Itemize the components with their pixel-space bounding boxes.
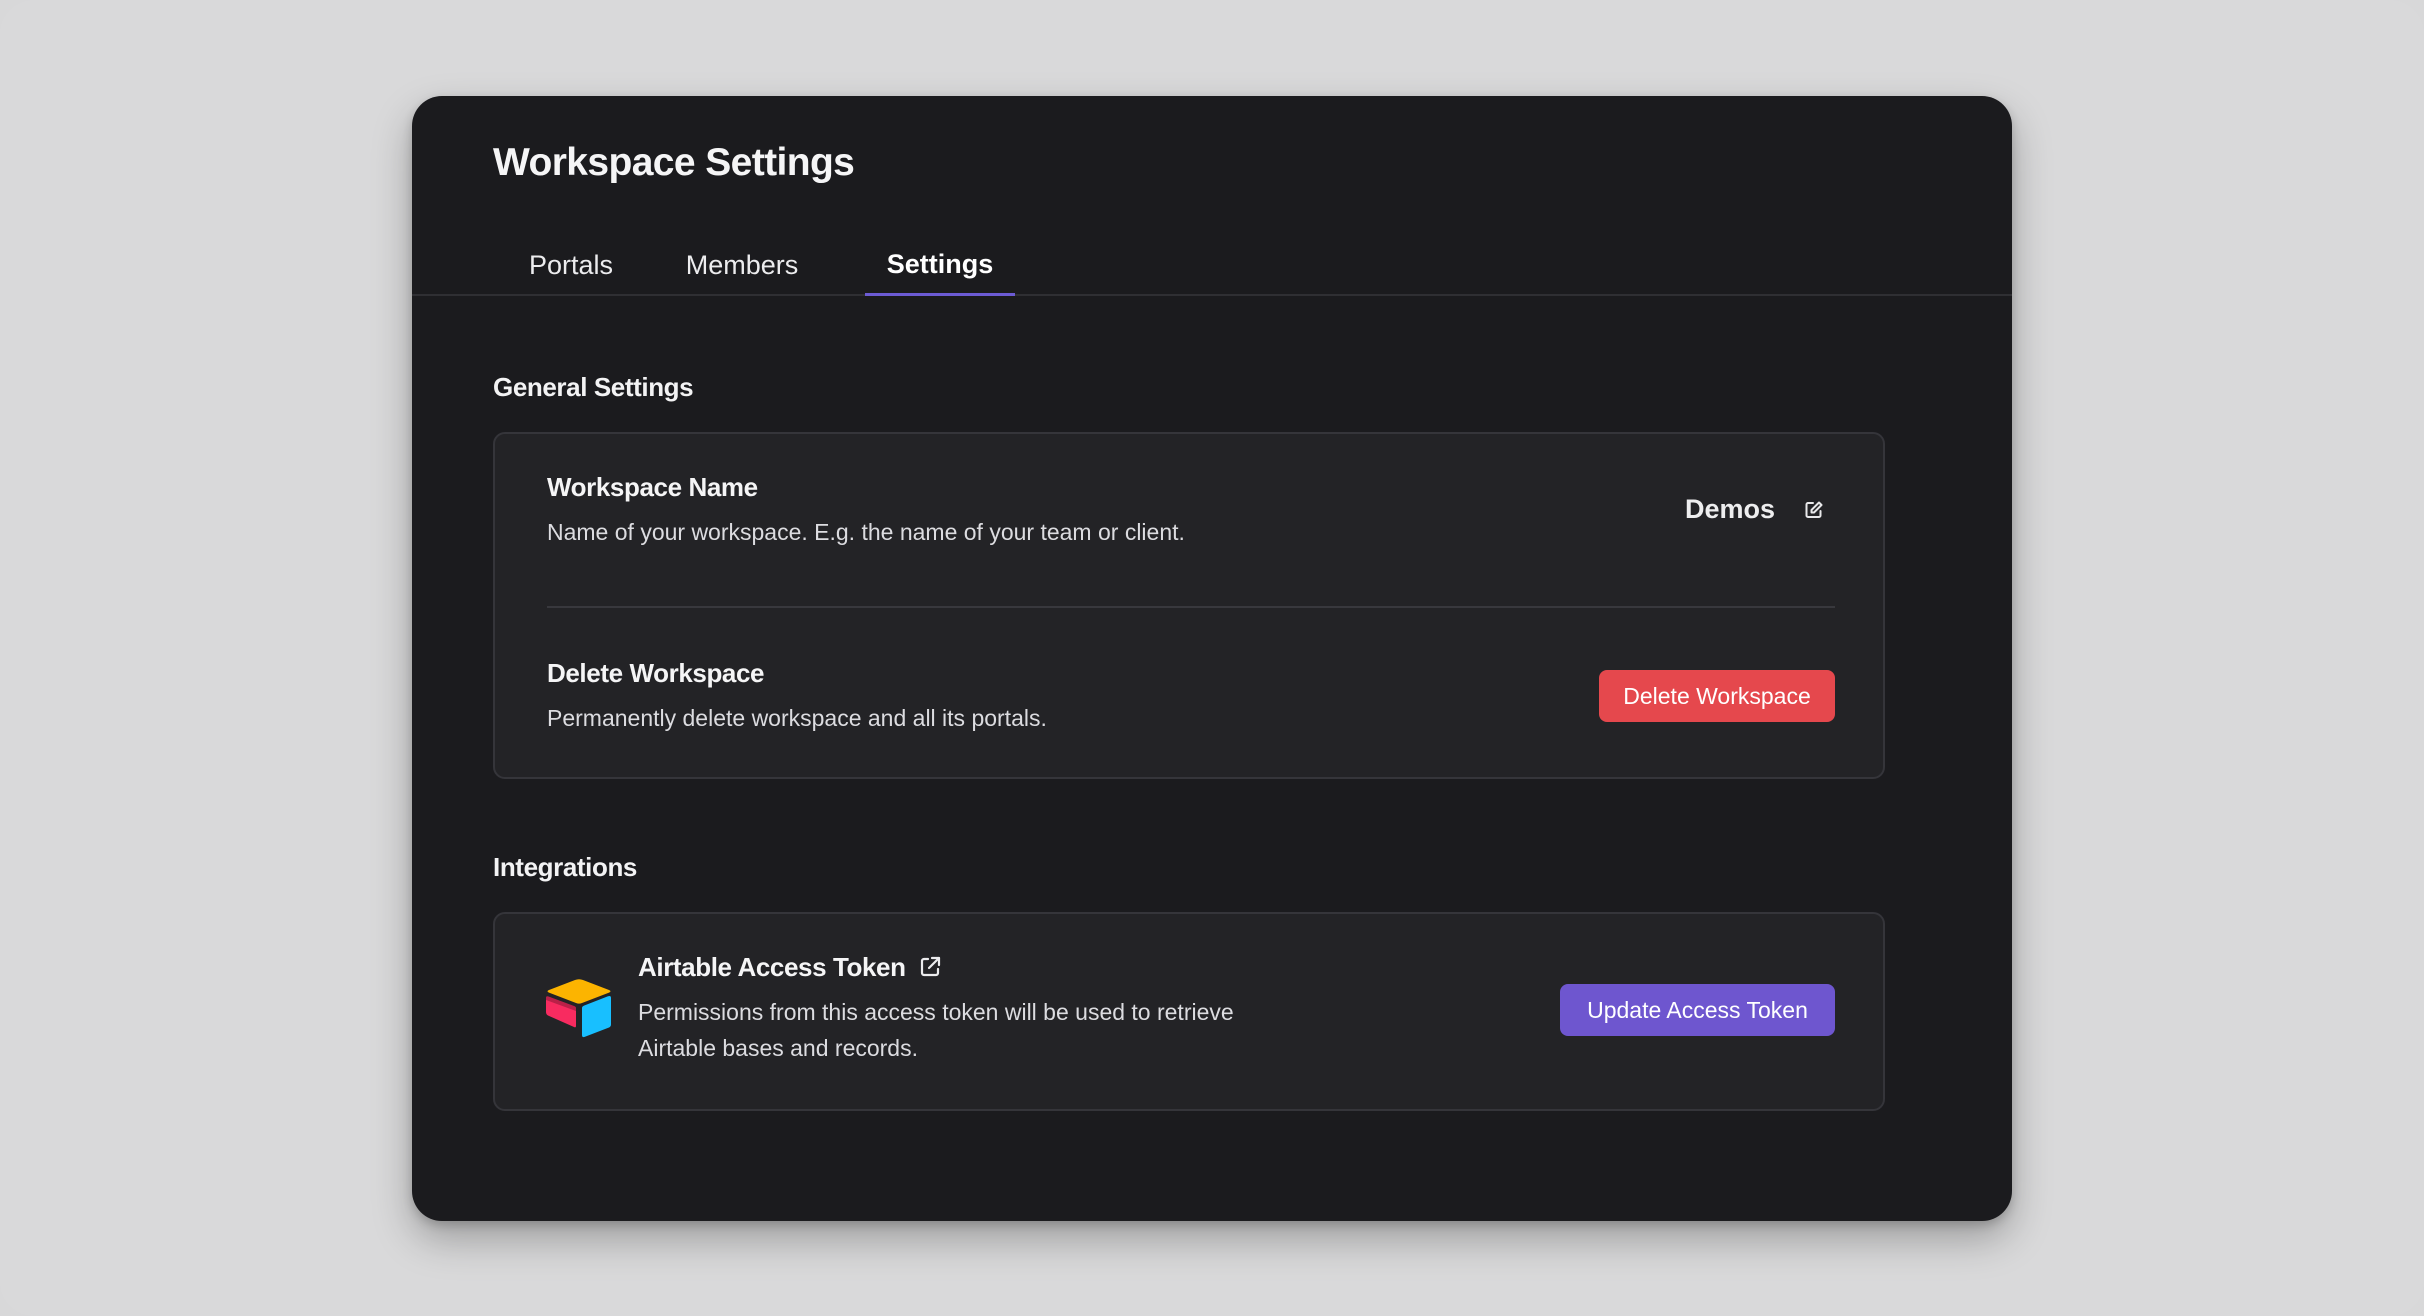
tab-portals[interactable]: Portals bbox=[518, 246, 624, 294]
update-access-token-button[interactable]: Update Access Token bbox=[1560, 984, 1835, 1036]
delete-workspace-button[interactable]: Delete Workspace bbox=[1599, 670, 1835, 722]
tab-settings[interactable]: Settings bbox=[865, 246, 1015, 296]
tab-bar: Portals Members Settings bbox=[412, 246, 2012, 296]
airtable-token-description-line1: Permissions from this access token will … bbox=[638, 999, 1234, 1025]
tab-members[interactable]: Members bbox=[678, 246, 806, 294]
edit-icon[interactable] bbox=[1799, 495, 1829, 525]
general-settings-card: Workspace Name Name of your workspace. E… bbox=[493, 432, 1885, 779]
delete-workspace-description: Permanently delete workspace and all its… bbox=[547, 705, 1047, 731]
workspace-name-value: Demos bbox=[1685, 494, 1776, 524]
integrations-heading: Integrations bbox=[493, 852, 637, 882]
airtable-token-title-group: Airtable Access Token bbox=[638, 952, 944, 983]
screen-backdrop: Workspace Settings Portals Members Setti… bbox=[0, 0, 2424, 1316]
external-link-icon[interactable] bbox=[916, 953, 944, 981]
airtable-token-description-line2: Airtable bases and records. bbox=[638, 1035, 918, 1061]
settings-window: Workspace Settings Portals Members Setti… bbox=[412, 96, 2012, 1221]
workspace-name-value-group: Demos bbox=[1685, 494, 1829, 525]
workspace-name-title: Workspace Name bbox=[547, 472, 758, 502]
airtable-logo bbox=[545, 978, 613, 1038]
general-settings-heading: General Settings bbox=[493, 372, 694, 402]
workspace-name-description: Name of your workspace. E.g. the name of… bbox=[547, 519, 1185, 545]
card-divider bbox=[547, 606, 1835, 608]
delete-workspace-title: Delete Workspace bbox=[547, 658, 765, 688]
airtable-integration-card: Airtable Access Token Permissions from t… bbox=[493, 912, 1885, 1111]
airtable-token-title: Airtable Access Token bbox=[638, 952, 906, 982]
page-title: Workspace Settings bbox=[493, 141, 855, 184]
